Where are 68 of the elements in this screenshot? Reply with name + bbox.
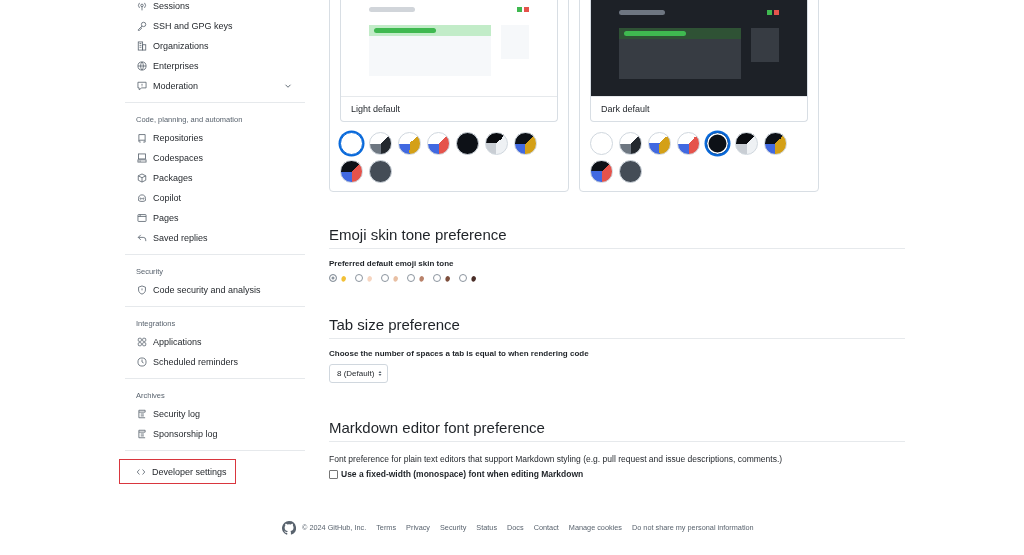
key-icon <box>137 21 147 31</box>
high-contrast-swatch[interactable] <box>619 132 642 155</box>
section-heading: Tab size preference <box>329 316 905 339</box>
field-label: Choose the number of spaces a tab is equal to when rendering code <box>329 349 590 358</box>
radio-button[interactable] <box>407 274 415 282</box>
apps-icon <box>137 337 147 347</box>
computer-icon <box>137 153 147 163</box>
report-icon <box>137 81 147 91</box>
shield-icon <box>137 285 147 295</box>
sidebar-item[interactable]: Pages <box>125 208 305 228</box>
radio-button[interactable] <box>329 274 337 282</box>
sidebar-item[interactable]: Copilot <box>125 188 305 208</box>
radio-button[interactable] <box>355 274 363 282</box>
field-label: Preferred default emoji skin tone <box>329 259 455 268</box>
radio-button[interactable] <box>381 274 389 282</box>
tab-size-select[interactable]: 8 (Default) <box>329 364 389 383</box>
broadcast-icon <box>137 1 147 11</box>
sidebar-item[interactable]: Sessions <box>125 0 305 16</box>
sidebar-item[interactable]: Codespaces <box>125 148 305 168</box>
section-heading: Markdown editor font preference <box>329 419 905 442</box>
light-theme-swatch[interactable] <box>340 132 363 155</box>
sidebar-item[interactable]: Applications <box>125 332 305 352</box>
high-contrast-swatch[interactable] <box>369 132 392 155</box>
sidebar-item[interactable]: Organizations <box>125 36 305 56</box>
theme-name: Light default <box>341 96 557 121</box>
checkbox[interactable] <box>329 469 338 479</box>
sidebar-item[interactable]: SSH and GPG keys <box>125 16 305 36</box>
colorblind-swatch[interactable] <box>764 132 787 155</box>
colorblind-swatch[interactable] <box>398 132 421 155</box>
dimmed-swatch[interactable] <box>619 160 642 183</box>
section-heading: Emoji skin tone preference <box>329 226 905 249</box>
high-contrast-swatch[interactable] <box>485 132 508 155</box>
log-icon <box>137 409 147 419</box>
radio-button[interactable] <box>459 274 467 282</box>
globe-icon <box>137 61 147 71</box>
dimmed-swatch[interactable] <box>369 160 392 183</box>
sort-arrows-icon <box>378 370 383 377</box>
copilot-icon <box>137 193 147 203</box>
sidebar-item[interactable]: Packages <box>125 168 305 188</box>
radio-button[interactable] <box>433 274 441 282</box>
tritanopia-swatch[interactable] <box>677 132 700 155</box>
tritanopia-swatch[interactable] <box>590 160 613 183</box>
repo-icon <box>137 133 147 143</box>
reply-icon <box>137 233 147 243</box>
sidebar-item[interactable]: Security log <box>125 404 305 424</box>
browser-icon <box>137 213 147 223</box>
sidebar-item[interactable]: Code security and analysis <box>125 280 305 300</box>
sidebar-item[interactable]: Scheduled reminders <box>125 352 305 372</box>
sidebar-item[interactable]: Saved replies <box>125 228 305 248</box>
building-icon <box>137 41 147 51</box>
sidebar-item[interactable]: Moderation <box>125 76 305 96</box>
clock-icon <box>137 357 147 367</box>
high-contrast-swatch[interactable] <box>735 132 758 155</box>
sidebar-item[interactable]: Enterprises <box>125 56 305 76</box>
checkbox-label: Use a fixed-width (monospace) font when editing Markdown <box>341 469 584 479</box>
octocat-logo-icon <box>282 520 296 535</box>
sidebar-item[interactable]: Developer settings <box>119 459 236 484</box>
tritanopia-swatch[interactable] <box>340 160 363 183</box>
theme-name: Dark default <box>591 96 807 121</box>
log-icon <box>137 429 147 439</box>
colorblind-swatch[interactable] <box>648 132 671 155</box>
dark-theme-swatch[interactable] <box>706 132 729 155</box>
description-text: Font preference for plain text editors that support Markdown styling (e.g. pull request and issue descriptions, comments.) <box>329 454 784 464</box>
sidebar-item[interactable]: Repositories <box>125 128 305 148</box>
colorblind-swatch[interactable] <box>514 132 537 155</box>
sidebar-item[interactable]: Sponsorship log <box>125 424 305 444</box>
package-icon <box>137 173 147 183</box>
tritanopia-swatch[interactable] <box>427 132 450 155</box>
